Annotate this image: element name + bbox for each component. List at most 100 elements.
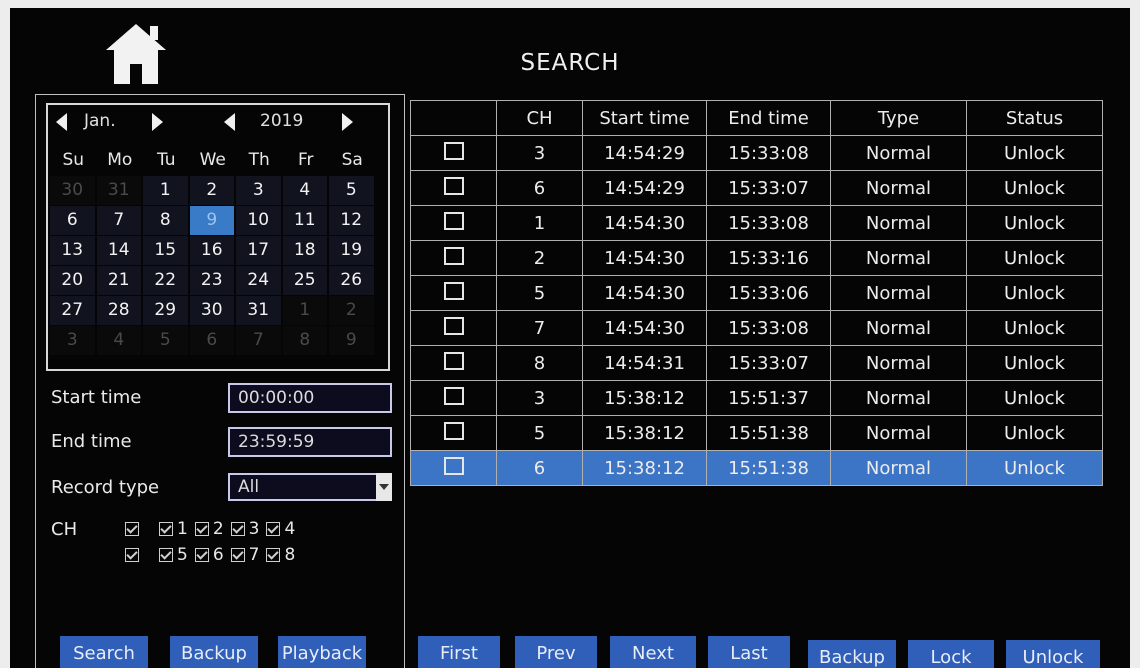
calendar-day[interactable]: 8 <box>282 326 327 355</box>
calendar-day[interactable]: 26 <box>329 266 374 295</box>
unlock-button[interactable]: Unlock <box>1006 640 1100 668</box>
row-checkbox[interactable] <box>443 421 464 440</box>
checkbox-checked-icon[interactable] <box>266 548 281 562</box>
calendar-day[interactable]: 8 <box>143 206 188 235</box>
row-checkbox[interactable] <box>443 141 464 160</box>
first-page-button[interactable]: First <box>418 636 500 668</box>
last-page-button[interactable]: Last <box>708 636 790 668</box>
channel-checkbox-item[interactable]: 5 <box>155 545 188 565</box>
row-checkbox[interactable] <box>443 456 464 475</box>
record-type-select[interactable]: All <box>228 473 392 501</box>
table-row[interactable]: 3 15:38:12 15:51:37 Normal Unlock <box>410 380 1103 416</box>
calendar-day[interactable]: 10 <box>236 206 281 235</box>
prev-month-button[interactable] <box>56 113 67 131</box>
calendar-day[interactable]: 6 <box>189 326 234 355</box>
calendar-day[interactable]: 7 <box>236 326 281 355</box>
calendar-day[interactable]: 27 <box>50 296 95 325</box>
calendar-day[interactable]: 30 <box>50 176 95 205</box>
calendar-day[interactable]: 18 <box>282 236 327 265</box>
checkbox-checked-icon[interactable] <box>194 522 209 536</box>
calendar-day[interactable]: 24 <box>236 266 281 295</box>
row-checkbox[interactable] <box>443 281 464 300</box>
calendar-day[interactable]: 22 <box>143 266 188 295</box>
end-time-field[interactable] <box>228 427 392 457</box>
channel-checkbox-item[interactable]: 1 <box>155 519 188 539</box>
row-checkbox[interactable] <box>443 211 464 230</box>
calendar-day[interactable]: 7 <box>96 206 141 235</box>
table-row[interactable]: 5 15:38:12 15:51:38 Normal Unlock <box>410 415 1103 451</box>
calendar-day-selected[interactable]: 9 <box>189 206 234 235</box>
calendar-day[interactable]: 13 <box>50 236 95 265</box>
calendar-day[interactable]: 2 <box>189 176 234 205</box>
calendar-day[interactable]: 28 <box>96 296 141 325</box>
channel-checkbox-item[interactable]: 6 <box>191 545 224 565</box>
calendar-day[interactable]: 23 <box>189 266 234 295</box>
calendar-day[interactable]: 4 <box>282 176 327 205</box>
checkbox-checked-icon[interactable] <box>230 522 245 536</box>
checkbox-checked-icon[interactable] <box>230 548 245 562</box>
dropdown-arrow-icon[interactable] <box>376 473 392 501</box>
row-checkbox[interactable] <box>443 386 464 405</box>
calendar-day[interactable]: 9 <box>329 326 374 355</box>
prev-year-button[interactable] <box>224 113 235 131</box>
calendar-day[interactable]: 2 <box>329 296 374 325</box>
channel-checkbox-item[interactable]: 2 <box>191 519 224 539</box>
calendar-day[interactable]: 3 <box>236 176 281 205</box>
channel-checkbox-item[interactable]: 3 <box>227 519 259 539</box>
table-row[interactable]: 5 14:54:30 15:33:06 Normal Unlock <box>410 275 1103 311</box>
calendar-day[interactable]: 25 <box>282 266 327 295</box>
calendar-day[interactable]: 17 <box>236 236 281 265</box>
playback-button[interactable]: Playback <box>278 636 366 668</box>
calendar-day[interactable]: 14 <box>96 236 141 265</box>
checkbox-checked-icon[interactable] <box>125 548 139 562</box>
channel-checkbox-item[interactable]: 4 <box>262 519 295 539</box>
checkbox-checked-icon[interactable] <box>194 548 209 562</box>
row-checkbox[interactable] <box>443 246 464 265</box>
channel-checkbox-item[interactable]: 8 <box>262 545 295 565</box>
checkbox-checked-icon[interactable] <box>159 522 173 536</box>
calendar-day[interactable]: 15 <box>143 236 188 265</box>
table-row[interactable]: 7 14:54:30 15:33:08 Normal Unlock <box>410 310 1103 346</box>
next-month-button[interactable] <box>152 113 163 131</box>
calendar-day[interactable]: 12 <box>329 206 374 235</box>
calendar-day[interactable]: 31 <box>96 176 141 205</box>
start-time-field[interactable] <box>228 383 392 413</box>
calendar-day[interactable]: 5 <box>143 326 188 355</box>
calendar-day[interactable]: 4 <box>96 326 141 355</box>
next-page-button[interactable]: Next <box>610 636 696 668</box>
calendar-day[interactable]: 19 <box>329 236 374 265</box>
lock-button[interactable]: Lock <box>908 640 994 668</box>
backup-left-button[interactable]: Backup <box>170 636 258 668</box>
calendar-day[interactable]: 21 <box>96 266 141 295</box>
next-year-button[interactable] <box>342 113 353 131</box>
checkbox-checked-icon[interactable] <box>125 522 139 536</box>
checkbox-checked-icon[interactable] <box>266 522 281 536</box>
table-row[interactable]: 8 14:54:31 15:33:07 Normal Unlock <box>410 345 1103 381</box>
calendar-day[interactable]: 6 <box>50 206 95 235</box>
channel-checkbox-item[interactable] <box>121 519 143 539</box>
search-button[interactable]: Search <box>60 636 148 668</box>
row-checkbox[interactable] <box>443 176 464 195</box>
calendar-day[interactable]: 1 <box>282 296 327 325</box>
calendar-day[interactable]: 31 <box>236 296 281 325</box>
channel-checkbox-item[interactable] <box>121 545 143 565</box>
calendar-day[interactable]: 30 <box>189 296 234 325</box>
calendar-day[interactable]: 20 <box>50 266 95 295</box>
backup-button[interactable]: Backup <box>808 640 896 668</box>
row-checkbox[interactable] <box>443 351 464 370</box>
calendar-day[interactable]: 16 <box>189 236 234 265</box>
table-row[interactable]: 6 15:38:12 15:51:38 Normal Unlock <box>410 450 1103 486</box>
row-checkbox[interactable] <box>443 316 464 335</box>
calendar-day[interactable]: 3 <box>50 326 95 355</box>
checkbox-checked-icon[interactable] <box>159 548 173 562</box>
table-row[interactable]: 6 14:54:29 15:33:07 Normal Unlock <box>410 170 1103 206</box>
calendar-day[interactable]: 1 <box>143 176 188 205</box>
table-row[interactable]: 3 14:54:29 15:33:08 Normal Unlock <box>410 135 1103 171</box>
calendar-day[interactable]: 5 <box>329 176 374 205</box>
table-row[interactable]: 1 14:54:30 15:33:08 Normal Unlock <box>410 205 1103 241</box>
calendar-day[interactable]: 29 <box>143 296 188 325</box>
channel-checkbox-item[interactable]: 7 <box>227 545 259 565</box>
table-row[interactable]: 2 14:54:30 15:33:16 Normal Unlock <box>410 240 1103 276</box>
calendar-day[interactable]: 11 <box>282 206 327 235</box>
prev-page-button[interactable]: Prev <box>515 636 597 668</box>
